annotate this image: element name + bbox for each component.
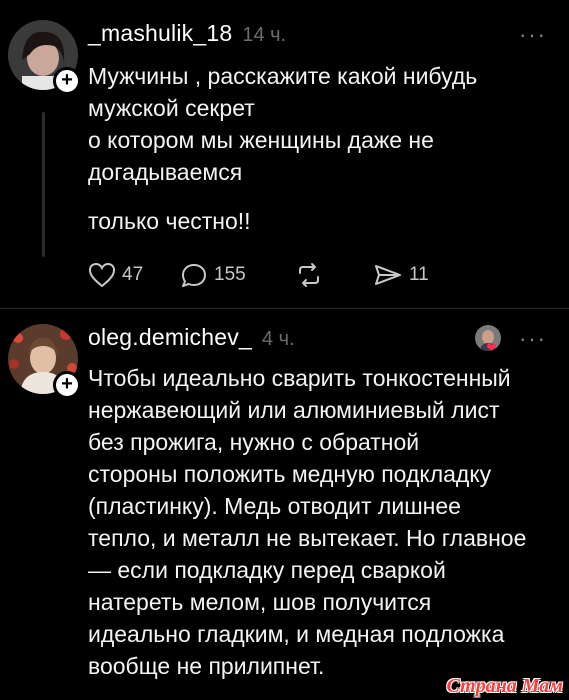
more-options-button[interactable]: ··· xyxy=(519,22,547,48)
timestamp: 4 ч. xyxy=(261,328,295,350)
more-options-button[interactable]: ··· xyxy=(519,326,547,352)
thread-line xyxy=(42,112,45,257)
share-count: 11 xyxy=(409,264,429,285)
post-header: oleg.demichev_ 4 ч. xyxy=(88,324,295,354)
heart-icon xyxy=(88,262,116,288)
divider xyxy=(0,308,569,309)
action-bar: 47 155 11 xyxy=(88,262,429,288)
send-icon xyxy=(373,262,403,288)
username[interactable]: _mashulik_18 xyxy=(88,20,232,47)
comment-icon xyxy=(180,262,208,288)
post-2: + oleg.demichev_ 4 ч. ❤ ··· Чтобы идеаль… xyxy=(0,310,569,700)
username[interactable]: oleg.demichev_ xyxy=(88,324,252,351)
post-text: Мужчины , расскажите какой нибудь мужско… xyxy=(88,63,478,185)
send-button[interactable]: 11 xyxy=(373,262,429,288)
watermark-logo: Страна Мам xyxy=(446,675,563,697)
post-text: Чтобы идеально сварить тонкостенный нерж… xyxy=(88,365,527,679)
comment-count: 155 xyxy=(214,264,246,285)
repost-button[interactable] xyxy=(295,262,373,288)
timestamp: 14 ч. xyxy=(242,24,287,46)
like-button[interactable]: 47 xyxy=(88,262,180,288)
follow-plus-button[interactable]: + xyxy=(53,371,81,399)
post-1: + _mashulik_18 14 ч. ··· Мужчины , расск… xyxy=(0,0,569,305)
post-text-2: только честно!! xyxy=(88,208,251,234)
post-header: _mashulik_18 14 ч. xyxy=(88,20,286,50)
repost-icon xyxy=(295,262,323,288)
heart-icon: ❤ xyxy=(486,340,497,355)
comment-button[interactable]: 155 xyxy=(180,262,295,288)
follow-plus-button[interactable]: + xyxy=(53,67,81,95)
like-count: 47 xyxy=(122,264,144,285)
